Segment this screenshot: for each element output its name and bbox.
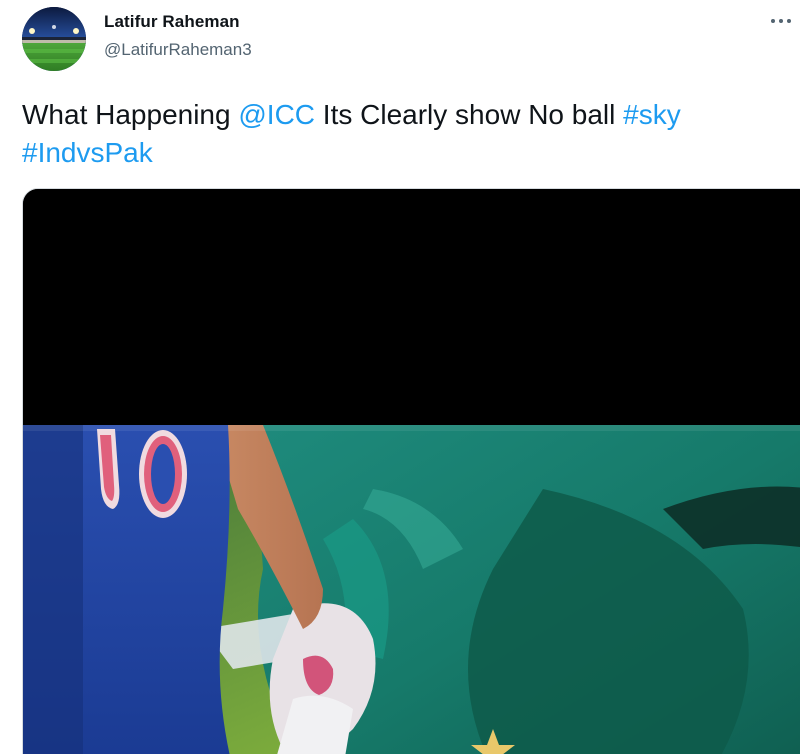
mention-link[interactable]: @ICC [238, 99, 315, 130]
more-options-button[interactable] [768, 10, 796, 32]
hashtag-link-indvspak[interactable]: #IndvsPak [22, 137, 153, 168]
tweet-media-image[interactable] [22, 188, 800, 754]
avatar[interactable] [22, 7, 86, 71]
tweet-text-part2: Its Clearly show No ball [315, 99, 624, 130]
tweet-text: What Happening @ICC Its Clearly show No … [22, 96, 792, 172]
author-handle[interactable]: @LatifurRaheman3 [104, 40, 252, 60]
cricket-scene-image [23, 189, 800, 754]
tweet-page: Latifur Raheman @LatifurRaheman3 What Ha… [0, 0, 800, 754]
tweet-header: Latifur Raheman @LatifurRaheman3 [0, 0, 800, 80]
tweet-text-part1: What Happening [22, 99, 239, 130]
author-name[interactable]: Latifur Raheman [104, 12, 240, 32]
more-horizontal-icon [771, 19, 791, 23]
hashtag-link-sky[interactable]: #sky [623, 99, 681, 130]
stadium-avatar-image [22, 7, 86, 71]
